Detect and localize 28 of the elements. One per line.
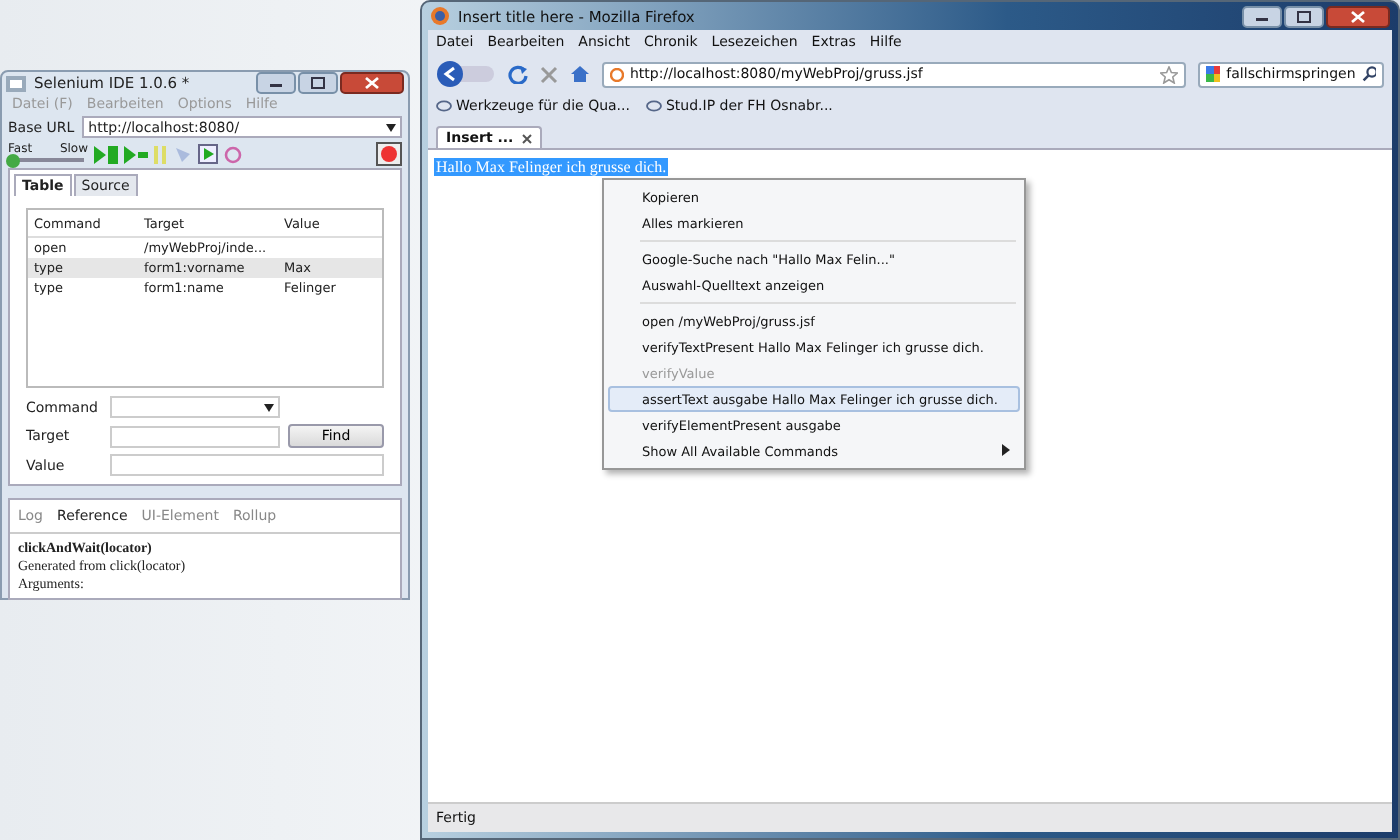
command-field[interactable] [110,396,280,418]
maximize-button[interactable] [298,72,338,94]
close-tab-icon[interactable] [521,133,532,143]
app-icon [6,74,26,92]
search-engine-icon [1206,66,1221,82]
back-button[interactable] [436,60,496,88]
close-button[interactable] [1326,5,1390,27]
site-icon [610,67,624,81]
selected-text: Hallo Max Felinger ich grusse dich. [434,158,669,176]
play-icon[interactable] [124,145,148,163]
star-icon[interactable] [1160,65,1178,83]
run-icon[interactable] [198,144,218,164]
reload-icon[interactable] [508,64,528,84]
value-field[interactable] [110,454,384,476]
dropdown-arrow-icon[interactable] [264,403,274,411]
close-button[interactable] [340,72,404,94]
target-field[interactable] [110,425,280,447]
home-icon[interactable] [570,64,590,84]
maximize-button[interactable] [1284,5,1324,27]
search-icon[interactable] [1361,66,1376,82]
eye-icon [436,100,452,112]
eye-icon [645,100,662,112]
minimize-button[interactable] [256,72,296,94]
record-button[interactable] [376,142,402,166]
play-all-icon[interactable] [94,145,118,163]
dropdown-arrow-icon[interactable] [386,123,396,131]
browser-icon [430,6,450,26]
minimize-button[interactable] [1242,5,1282,27]
